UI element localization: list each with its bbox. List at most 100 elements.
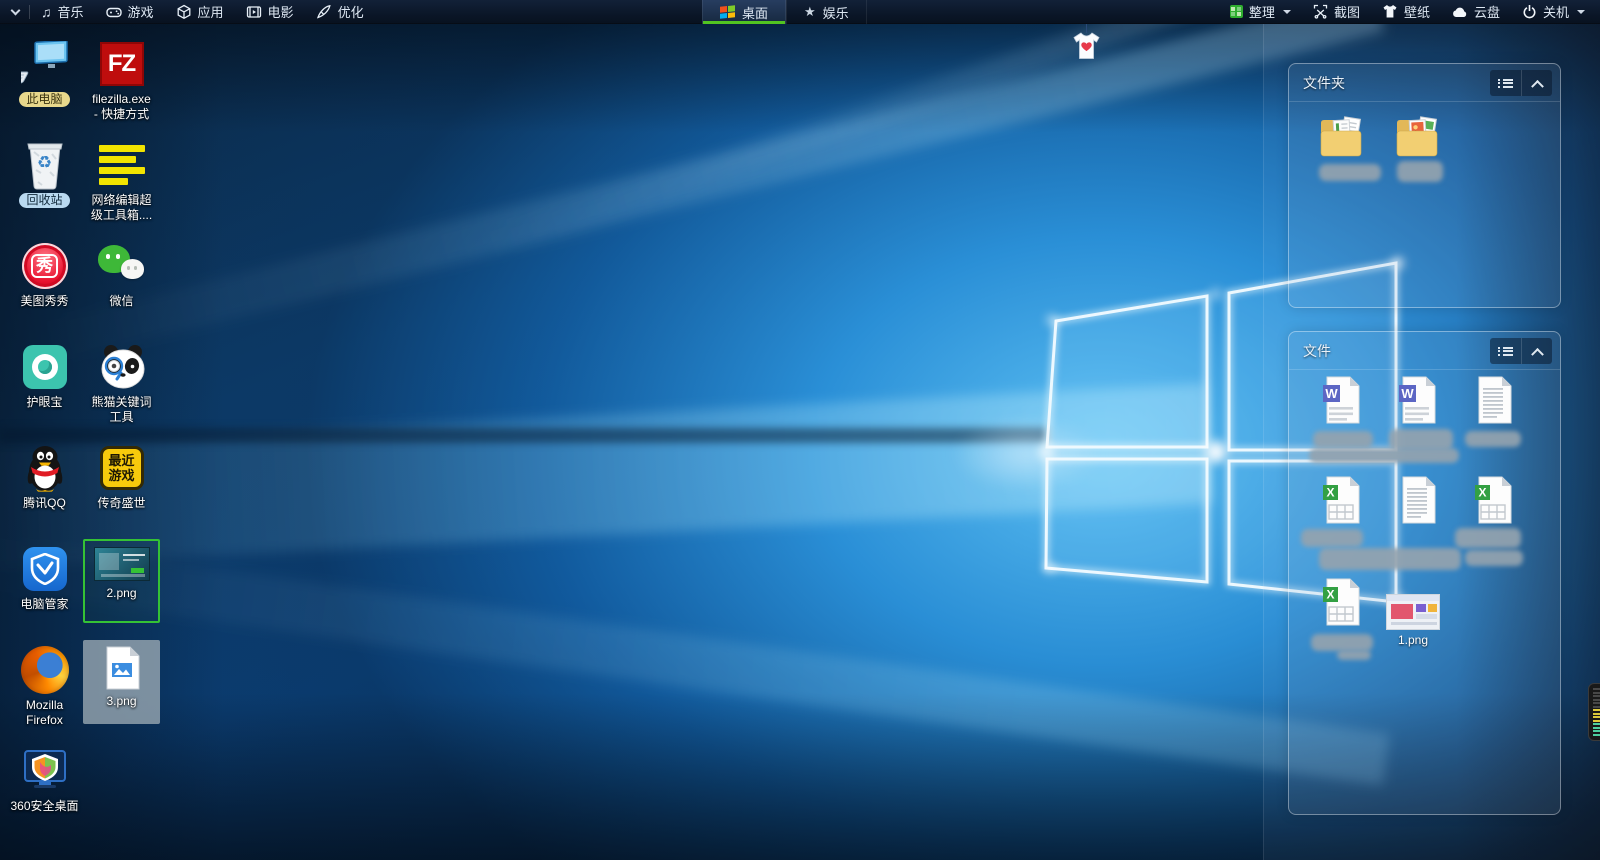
desktop-icon-label2: - 快捷方式: [94, 107, 149, 122]
svg-text:W: W: [1401, 386, 1414, 401]
desktop-icon-qq[interactable]: 腾讯QQ: [6, 438, 83, 539]
desktop-icon-meitu[interactable]: 秀 美图秀秀: [6, 236, 83, 337]
folder-photos-icon: [1393, 114, 1445, 160]
folder-item[interactable]: [1383, 114, 1455, 160]
desktop-icon-firefox[interactable]: Mozilla Firefox: [6, 640, 83, 741]
desktop-icon-360-desktop[interactable]: 360安全桌面: [6, 741, 83, 842]
desktop-icon-label: 电脑管家: [20, 597, 68, 612]
file-item-word[interactable]: W: [1305, 376, 1377, 424]
folders-panel: 文件夹: [1288, 63, 1561, 308]
firefox-icon: [21, 642, 69, 698]
text-file-icon: [1474, 376, 1512, 424]
folder-item[interactable]: [1307, 114, 1379, 160]
file-item-text[interactable]: [1381, 476, 1453, 524]
censored-label: [1465, 431, 1521, 447]
screenshot-button[interactable]: 截图: [1302, 0, 1371, 24]
desktop-icon-panda-keyword-tool[interactable]: 熊猫关键词工具: [83, 337, 160, 438]
desktop-icon-pc-manager[interactable]: 电脑管家: [6, 539, 83, 640]
desktop-icon-label: 2.png: [106, 586, 136, 601]
tab-desktop-label: 桌面: [742, 3, 768, 22]
organize-label: 整理: [1249, 2, 1275, 21]
desktop-icon-3png-selected[interactable]: 3.png: [83, 640, 160, 724]
censored-label: [1455, 528, 1521, 548]
heart-tshirt-icon: [1072, 32, 1101, 62]
file-item-1png[interactable]: 1.png: [1377, 594, 1449, 647]
svg-text:W: W: [1325, 386, 1338, 401]
tab-desktop[interactable]: 桌面: [702, 0, 786, 24]
excel-file-icon: X: [1322, 578, 1360, 626]
wallpaper-shirt-hanger[interactable]: [1072, 24, 1101, 67]
menu-movies[interactable]: 电影: [235, 0, 305, 24]
collapse-panel-button[interactable]: [1521, 338, 1552, 364]
qq-penguin-icon: [22, 440, 68, 496]
text-file-icon: [1398, 476, 1436, 524]
meitu-icon: 秀: [22, 238, 68, 294]
music-icon: ♫: [41, 5, 52, 19]
svg-text:X: X: [1478, 486, 1486, 500]
folders-panel-header: 文件夹: [1289, 64, 1560, 102]
censored-label: [1337, 650, 1371, 660]
menu-games-label: 游戏: [128, 2, 154, 21]
panda-icon: [97, 339, 147, 395]
files-panel: 文件 W: [1288, 331, 1561, 815]
collapse-panel-button[interactable]: [1521, 70, 1552, 96]
wallpaper-button[interactable]: 壁纸: [1371, 0, 1441, 24]
tshirt-icon: [1382, 4, 1398, 19]
file-item-excel[interactable]: X: [1457, 476, 1529, 524]
desktop-icon-filezilla[interactable]: FZ filezilla.exe - 快捷方式: [83, 34, 160, 135]
caret-down-icon: [1283, 10, 1291, 14]
organize-grid-icon: [1230, 5, 1243, 18]
power-label: 关机: [1543, 2, 1569, 21]
censored-label: [1389, 429, 1453, 450]
tab-entertainment[interactable]: ★ 娱乐: [786, 0, 867, 24]
list-icon: [1498, 77, 1513, 89]
menu-games[interactable]: 游戏: [95, 0, 165, 24]
list-view-button[interactable]: [1490, 338, 1521, 364]
menu-apps[interactable]: 应用: [165, 0, 235, 24]
desktop-icon-this-pc[interactable]: 此电脑: [6, 34, 83, 135]
image-thumbnail: [1386, 594, 1440, 630]
windows-logo-icon: [720, 5, 735, 19]
active-tab-underline: [703, 21, 785, 24]
gamepad-icon: [106, 4, 122, 20]
file-item-word[interactable]: W: [1381, 376, 1453, 424]
desktop-icon-label: 熊猫关键词工具: [87, 395, 157, 425]
equalizer-side-widget[interactable]: [1588, 683, 1600, 741]
file-item-text[interactable]: [1457, 376, 1529, 424]
desktop-icon-legend-game[interactable]: 最近 游戏 传奇盛世: [83, 438, 160, 539]
file-item-excel[interactable]: X: [1305, 476, 1377, 524]
collapse-chevron-icon[interactable]: [11, 5, 21, 15]
desktop-icon-label: 护眼宝: [26, 395, 62, 410]
word-file-icon: W: [1398, 376, 1436, 424]
monitor-shield-icon: [20, 743, 70, 799]
image-thumbnail: [94, 547, 150, 581]
list-view-button[interactable]: [1490, 70, 1521, 96]
files-panel-title: 文件: [1303, 341, 1331, 361]
recent-game-badge-icon: 最近 游戏: [100, 440, 144, 496]
desktop-icon-2png-selected[interactable]: 2.png: [83, 539, 160, 623]
desktop-icon-label: Mozilla Firefox: [10, 698, 80, 728]
file-item-excel[interactable]: X: [1305, 578, 1377, 626]
excel-file-icon: X: [1322, 476, 1360, 524]
eye-icon: [23, 339, 67, 395]
desktop-icon-label: 3.png: [106, 694, 136, 709]
desktop-icon-wechat[interactable]: 微信: [83, 236, 160, 337]
desktop-icon-label: 传奇盛世: [97, 496, 145, 511]
light-beam: [35, 24, 1384, 365]
menu-music[interactable]: ♫ 音乐: [30, 0, 95, 24]
desktop-icon-eyecare[interactable]: 护眼宝: [6, 337, 83, 438]
censored-label: [1309, 448, 1459, 463]
menu-movies-label: 电影: [268, 2, 294, 21]
cloud-drive-button[interactable]: 云盘: [1441, 0, 1511, 24]
yellow-bars-icon: [99, 137, 145, 193]
desktop-icon-web-toolbox[interactable]: 网络编辑超级工具箱....: [83, 135, 160, 236]
chevron-up-icon: [1531, 79, 1544, 92]
panel-header-buttons: [1490, 70, 1552, 96]
rocket-icon: [316, 4, 332, 20]
power-button[interactable]: 关机: [1511, 0, 1596, 24]
desktop-icon-recycle-bin[interactable]: ♻ 回收站: [6, 135, 83, 236]
organize-button[interactable]: 整理: [1219, 0, 1302, 24]
menu-optimize[interactable]: 优化: [305, 0, 375, 24]
desktop-icon-label: 美图秀秀: [20, 294, 68, 309]
light-beam: [0, 536, 1390, 785]
